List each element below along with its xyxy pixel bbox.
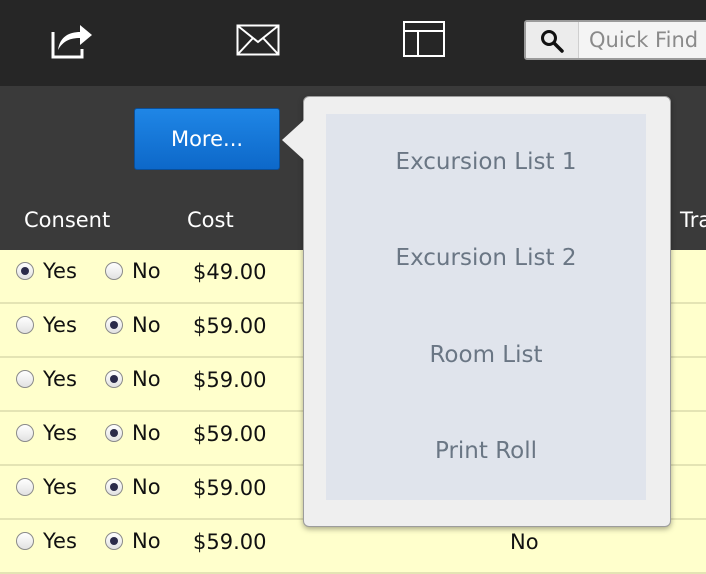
menu-item-excursion-list-1[interactable]: Excursion List 1 — [326, 114, 646, 210]
consent-no-radio[interactable] — [105, 370, 123, 388]
consent-no-label: No — [132, 529, 161, 553]
cost-cell: $59.00 — [193, 368, 267, 392]
consent-yes-label: Yes — [43, 529, 77, 553]
layout-icon[interactable] — [402, 20, 446, 58]
consent-yes-label: Yes — [43, 367, 77, 391]
top-toolbar — [0, 0, 706, 86]
consent-no-label: No — [132, 313, 161, 337]
menu-item-excursion-list-2[interactable]: Excursion List 2 — [326, 210, 646, 306]
consent-yes-radio[interactable] — [16, 262, 34, 280]
transport-cell: No — [510, 530, 539, 554]
consent-yes-label: Yes — [43, 421, 77, 445]
consent-no-radio[interactable] — [105, 262, 123, 280]
cost-cell: $59.00 — [193, 530, 267, 554]
popover-arrow — [282, 120, 304, 160]
consent-no-label: No — [132, 367, 161, 391]
consent-yes-label: Yes — [43, 313, 77, 337]
search-button[interactable] — [526, 22, 579, 58]
mail-icon[interactable] — [236, 24, 280, 56]
table-row: Yes No $59.00 No — [0, 520, 706, 574]
more-menu-list: Excursion List 1 Excursion List 2 Room L… — [326, 114, 646, 500]
menu-item-print-roll[interactable]: Print Roll — [326, 403, 646, 499]
quick-find-search — [524, 20, 706, 60]
consent-no-label: No — [132, 259, 161, 283]
consent-yes-radio[interactable] — [16, 370, 34, 388]
consent-yes-radio[interactable] — [16, 532, 34, 550]
consent-no-radio[interactable] — [105, 532, 123, 550]
column-header-consent[interactable]: Consent — [24, 208, 110, 232]
search-input[interactable] — [579, 22, 706, 58]
consent-yes-radio[interactable] — [16, 478, 34, 496]
column-header-cost[interactable]: Cost — [187, 208, 234, 232]
consent-no-radio[interactable] — [105, 424, 123, 442]
share-icon[interactable] — [50, 22, 94, 60]
consent-no-radio[interactable] — [105, 478, 123, 496]
consent-yes-radio[interactable] — [16, 316, 34, 334]
consent-no-radio[interactable] — [105, 316, 123, 334]
consent-no-label: No — [132, 475, 161, 499]
consent-no-label: No — [132, 421, 161, 445]
menu-item-room-list[interactable]: Room List — [326, 307, 646, 403]
consent-yes-label: Yes — [43, 475, 77, 499]
more-button[interactable]: More... — [134, 108, 280, 170]
cost-cell: $49.00 — [193, 260, 267, 284]
consent-yes-radio[interactable] — [16, 424, 34, 442]
search-icon — [541, 30, 564, 53]
more-popover: Excursion List 1 Excursion List 2 Room L… — [303, 96, 671, 527]
cost-cell: $59.00 — [193, 422, 267, 446]
column-header-transport[interactable]: Tra — [680, 208, 706, 232]
cost-cell: $59.00 — [193, 314, 267, 338]
cost-cell: $59.00 — [193, 476, 267, 500]
consent-yes-label: Yes — [43, 259, 77, 283]
